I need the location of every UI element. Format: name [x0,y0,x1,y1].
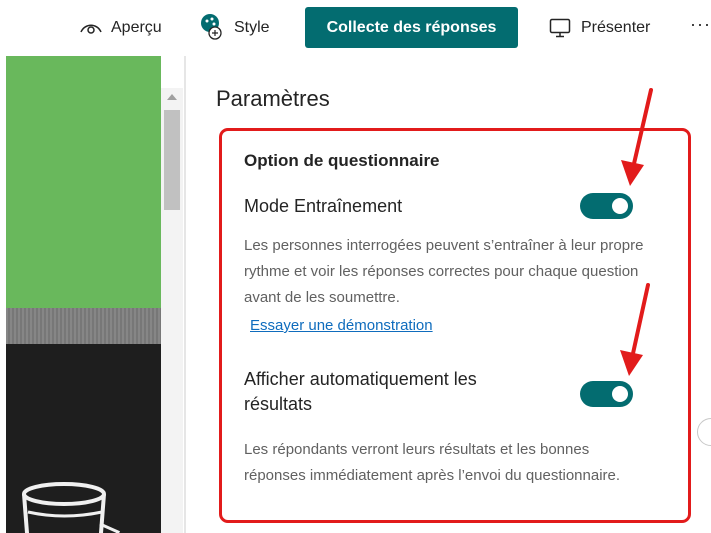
pane-divider [184,56,186,533]
theme-texture [6,308,161,344]
eye-icon [80,21,102,35]
practice-mode-description: Les personnes interrogées peuvent s’entr… [244,237,644,306]
preview-top-gap [161,56,185,88]
toggle-knob [612,386,628,402]
style-button[interactable]: Style [199,13,270,43]
toggle-knob [612,198,628,214]
collect-responses-button[interactable]: Collecte des réponses [305,7,518,48]
style-label: Style [234,19,270,36]
preview-scrollbar[interactable] [161,88,183,533]
monitor-icon [549,18,571,38]
preview-button[interactable]: Aperçu [80,13,162,43]
quiz-options-heading: Option de questionnaire [244,151,440,170]
auto-results-label: Afficher automatiquement les résultats [244,369,477,414]
theme-banner [6,56,161,308]
auto-results-description: Les répondants verront leurs résultats e… [244,441,621,484]
more-icon[interactable]: ··· [690,14,711,35]
try-demo-link[interactable]: Essayer une démonstration [250,313,433,339]
scroll-thumb[interactable] [164,110,180,210]
top-toolbar: Aperçu Style Collecte des réponses Prése… [0,0,711,56]
preview-label: Aperçu [111,19,162,36]
feedback-button-edge[interactable] [697,418,711,446]
present-button[interactable]: Présenter [549,13,650,43]
palette-icon [199,13,225,43]
auto-results-toggle[interactable] [580,381,633,407]
practice-mode-label: Mode Entraînement [244,196,403,216]
present-label: Présenter [581,19,651,36]
scroll-up-icon[interactable] [167,94,177,100]
practice-mode-toggle[interactable] [580,193,633,219]
settings-title: Paramètres [216,86,330,111]
form-preview [6,56,161,533]
cup-illustration [22,482,121,533]
